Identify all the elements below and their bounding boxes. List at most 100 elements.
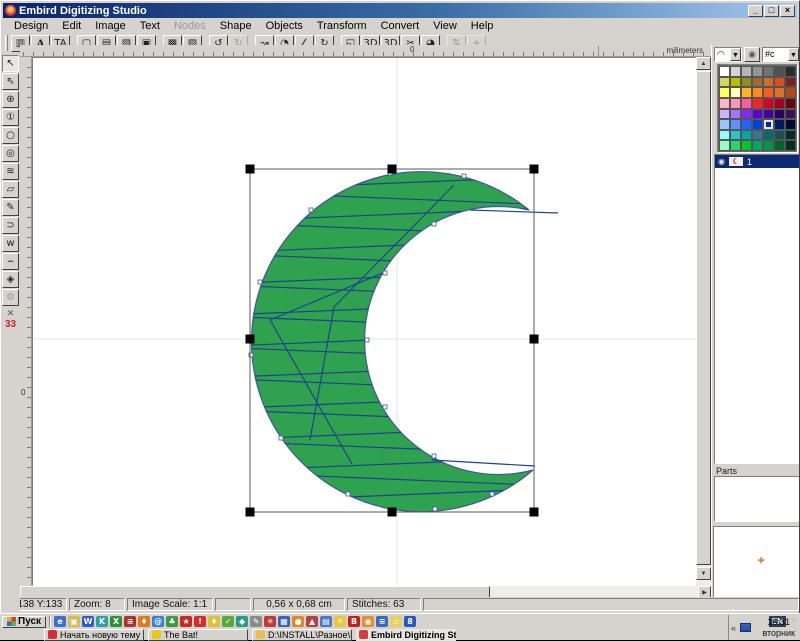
palette-swatch[interactable] [741,98,752,109]
menu-shape[interactable]: Shape [214,19,258,33]
tray-chevron[interactable]: « [731,623,740,633]
palette-swatch[interactable] [719,140,730,151]
menu-convert[interactable]: Convert [375,19,426,33]
palette-swatch[interactable] [752,109,763,120]
quicklaunch-icon[interactable]: ☼ [334,616,346,627]
quicklaunch-icon[interactable]: ♦ [208,616,220,627]
palette-swatch[interactable] [785,77,796,88]
quicklaunch-icon[interactable]: e [54,616,66,627]
quicklaunch-icon[interactable]: ♦ [138,616,150,627]
palette-swatch[interactable] [752,140,763,151]
quicklaunch-icon[interactable]: ✳ [264,616,276,627]
tool-zoom[interactable]: ⊕ [2,91,19,108]
palette-swatch[interactable] [763,98,774,109]
palette-swatch[interactable] [730,66,741,77]
palette-swatch[interactable] [730,119,741,130]
palette-swatch[interactable] [719,119,730,130]
palette-swatch[interactable] [741,140,752,151]
palette-swatch[interactable] [741,87,752,98]
layer-list[interactable]: ◉ ☾ 1 [714,154,800,464]
palette-swatch[interactable] [730,77,741,88]
tool-manual-stitch[interactable]: w [2,235,19,252]
palette-swatch[interactable] [752,87,763,98]
taskbar-button[interactable]: D:\INSTALL\Разное\Embird [252,629,352,641]
palette-swatch[interactable] [763,87,774,98]
palette-swatch[interactable] [741,119,752,130]
tool-freehand[interactable]: ✎ [2,199,19,216]
quicklaunch-icon[interactable]: ★ [180,616,192,627]
tool-edit-nodes[interactable]: ⇖ [2,73,19,90]
palette-swatch[interactable] [763,109,774,120]
palette-swatch[interactable] [774,77,785,88]
tool-fill-area[interactable]: ○ [2,127,19,144]
palette-swatch[interactable] [719,98,730,109]
palette-swatch[interactable] [752,98,763,109]
quicklaunch-icon[interactable]: ▣ [68,616,80,627]
palette-swatch[interactable] [785,119,796,130]
scroll-down-button[interactable]: ▼ [696,567,711,580]
chevron-down-icon[interactable]: ▼ [788,48,799,61]
palette-swatch[interactable] [752,130,763,141]
quicklaunch-icon[interactable]: ! [194,616,206,627]
quicklaunch-icon[interactable]: B [348,616,360,627]
palette-swatch[interactable] [730,140,741,151]
quicklaunch-icon[interactable]: @ [152,616,164,627]
tool-outline-area[interactable]: ◎ [2,145,19,162]
chevron-down-icon[interactable]: ▼ [730,48,741,61]
scroll-up-button[interactable]: ▲ [696,57,711,70]
palette-swatch[interactable] [752,66,763,77]
palette-swatch[interactable] [730,130,741,141]
menu-transform[interactable]: Transform [311,19,373,33]
palette-swatch[interactable] [730,109,741,120]
palette-swatch[interactable] [763,140,774,151]
crescent-object[interactable] [251,172,533,512]
quicklaunch-icon[interactable]: ▲ [306,616,318,627]
quicklaunch-icon[interactable]: W [82,616,94,627]
palette-swatch[interactable] [774,140,785,151]
layer-row-selected[interactable]: ◉ ☾ 1 [715,155,799,168]
menu-edit[interactable]: Edit [56,19,87,33]
palette-swatch[interactable] [785,109,796,120]
tool-satin-column[interactable]: ▱ [2,181,19,198]
menu-view[interactable]: View [427,19,463,33]
menu-help[interactable]: Help [465,19,500,33]
menu-objects[interactable]: Objects [260,19,309,33]
curve-style-combo[interactable]: ◠ ▼ [714,47,742,62]
palette-swatch[interactable] [719,66,730,77]
quicklaunch-icon[interactable]: ≡ [376,616,388,627]
quicklaunch-icon[interactable]: ▤ [320,616,332,627]
palette-swatch[interactable] [763,77,774,88]
palette-swatch[interactable] [752,119,763,130]
palette-swatch[interactable] [741,130,752,141]
start-button[interactable]: Пуск [2,616,46,628]
quicklaunch-icon[interactable]: 8 [404,616,416,627]
palette-swatch[interactable] [774,130,785,141]
tool-connection[interactable]: ⊃ [2,217,19,234]
quicklaunch-icon[interactable]: ▱ [390,616,402,627]
menu-design[interactable]: Design [8,19,54,33]
palette-swatch[interactable] [763,66,774,77]
quicklaunch-icon[interactable]: ♣ [166,616,178,627]
quicklaunch-icon[interactable]: ● [292,616,304,627]
visibility-eye-icon[interactable]: ◉ [718,157,725,166]
thread-spool-button[interactable]: ◉ [744,47,760,62]
minimize-button[interactable]: _ [748,5,763,17]
quicklaunch-icon[interactable]: ✓ [222,616,234,627]
menu-image[interactable]: Image [89,19,132,33]
close-button[interactable]: × [780,5,795,17]
palette-swatch[interactable] [774,109,785,120]
palette-swatch[interactable] [763,119,774,130]
palette-swatch[interactable] [741,66,752,77]
palette-swatch[interactable] [774,98,785,109]
palette-swatch[interactable] [774,66,785,77]
tool-shape-library[interactable]: ◈ [2,271,19,288]
tool-arc[interactable]: ⌢ [2,253,19,270]
menu-text[interactable]: Text [134,19,166,33]
quicklaunch-icon[interactable]: ◆ [236,616,248,627]
palette-swatch[interactable] [730,98,741,109]
quicklaunch-icon[interactable]: X [110,616,122,627]
palette-swatch[interactable] [730,87,741,98]
taskbar-button[interactable]: Начать новую тему :: B... [44,629,144,641]
taskbar-button[interactable]: The Bat! [148,629,248,641]
palette-swatch[interactable] [752,77,763,88]
